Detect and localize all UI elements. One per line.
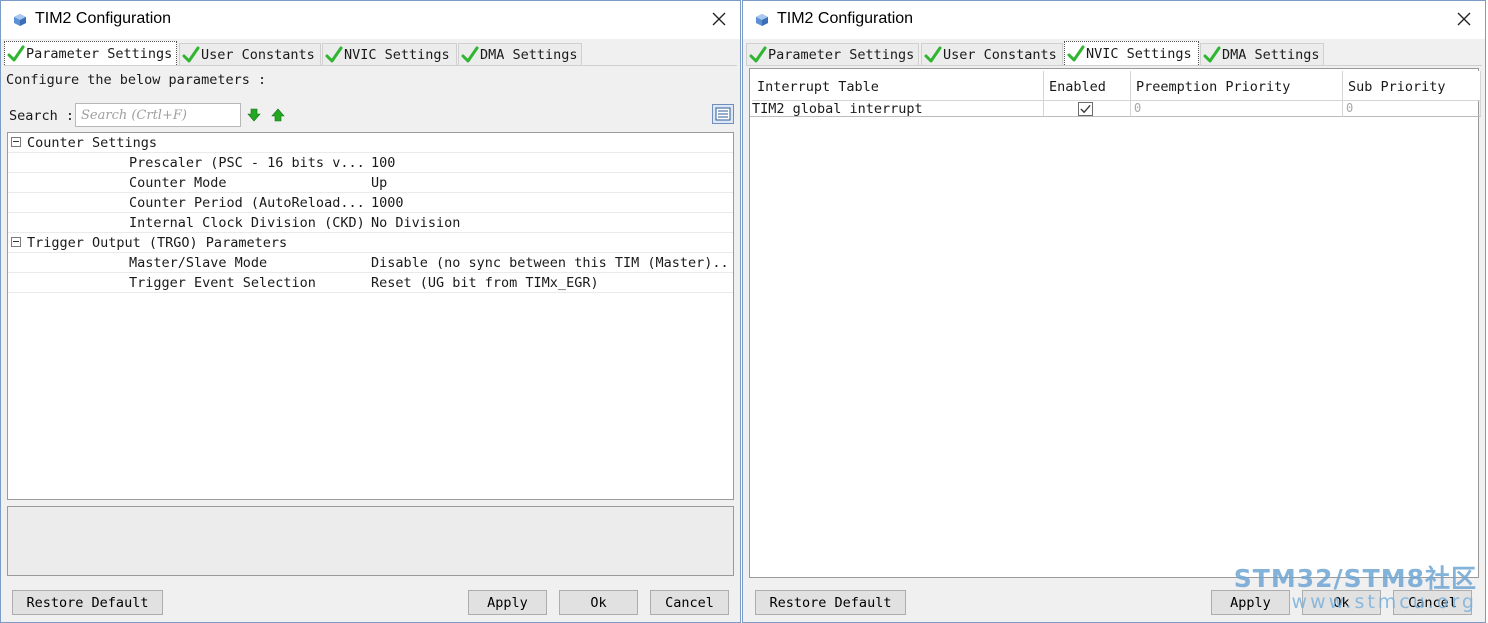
tab-label: DMA Settings (480, 46, 578, 63)
param-value[interactable]: No Division (371, 215, 731, 231)
param-value[interactable]: Disable (no sync between this TIM (Maste… (371, 255, 731, 271)
tab-nvic-settings[interactable]: NVIC Settings (1064, 41, 1199, 65)
collapse-toggle[interactable] (11, 137, 21, 147)
check-icon (461, 46, 479, 62)
param-row[interactable]: Counter Period (AutoReload... 1000 (8, 193, 733, 213)
interrupt-table: Interrupt Table Enabled Preemption Prior… (749, 68, 1481, 578)
tab-label: NVIC Settings (344, 46, 450, 63)
apply-button[interactable]: Apply (468, 590, 547, 615)
param-name: Internal Clock Division (CKD) (129, 215, 365, 231)
tim2-config-window-nvic: TIM2 Configuration Parameter Settings Us… (742, 0, 1486, 623)
tab-user-constants[interactable]: User Constants (921, 43, 1063, 65)
tim2-config-window-parameters: TIM2 Configuration Parameter Settings Us… (0, 0, 741, 623)
arrow-up-icon[interactable] (271, 108, 285, 122)
tab-nvic-settings[interactable]: NVIC Settings (322, 43, 457, 65)
interrupt-name-cell[interactable]: TIM2 global interrupt (750, 101, 1044, 117)
parameter-tree: Counter Settings Prescaler (PSC - 16 bit… (7, 132, 734, 500)
column-header-interrupt-table[interactable]: Interrupt Table (752, 71, 1044, 101)
tab-user-constants[interactable]: User Constants (179, 43, 321, 65)
param-name: Counter Period (AutoReload... (129, 195, 365, 211)
check-icon (182, 46, 200, 62)
param-name: Counter Mode (129, 175, 227, 191)
tab-label: NVIC Settings (1086, 45, 1192, 62)
ok-button[interactable]: Ok (559, 590, 638, 615)
param-name: Prescaler (PSC - 16 bits v... (129, 155, 365, 171)
tab-dma-settings[interactable]: DMA Settings (458, 43, 582, 65)
group-label: Trigger Output (TRGO) Parameters (27, 235, 288, 251)
param-name: Trigger Event Selection (129, 275, 316, 291)
tab-label: User Constants (943, 46, 1057, 63)
search-label: Search : (9, 108, 75, 124)
window-title: TIM2 Configuration (35, 10, 172, 27)
check-icon (1203, 46, 1221, 62)
list-view-icon (715, 107, 731, 121)
param-name: Master/Slave Mode (129, 255, 268, 271)
config-instructions: Configure the below parameters : (6, 72, 267, 88)
tab-parameter-settings[interactable]: Parameter Settings (746, 43, 919, 65)
param-value[interactable]: Up (371, 175, 731, 191)
cube-icon (756, 14, 768, 26)
param-value[interactable]: 100 (371, 155, 731, 171)
apply-button[interactable]: Apply (1211, 590, 1290, 615)
check-icon (924, 46, 942, 62)
close-icon[interactable] (1453, 8, 1475, 30)
ok-button[interactable]: Ok (1302, 590, 1381, 615)
collapse-toggle[interactable] (11, 237, 21, 247)
title-bar: TIM2 Configuration (743, 1, 1485, 39)
check-icon (325, 46, 343, 62)
close-icon[interactable] (708, 8, 730, 30)
check-icon (1067, 45, 1085, 61)
tab-label: User Constants (201, 46, 315, 63)
enabled-cell[interactable] (1044, 101, 1131, 117)
restore-default-button[interactable]: Restore Default (755, 590, 906, 615)
param-row[interactable]: Internal Clock Division (CKD) No Divisio… (8, 213, 733, 233)
group-label: Counter Settings (27, 135, 158, 151)
view-toggle-button[interactable] (712, 104, 734, 124)
arrow-down-icon[interactable] (247, 108, 261, 122)
check-icon (7, 45, 25, 61)
param-row[interactable]: Counter Mode Up (8, 173, 733, 193)
sub-priority-cell[interactable]: 0 (1343, 101, 1481, 117)
param-value[interactable]: Reset (UG bit from TIMx_EGR) (371, 275, 731, 291)
nvic-settings-panel: Interrupt Table Enabled Preemption Prior… (746, 65, 1482, 578)
check-icon (749, 46, 767, 62)
tab-label: Parameter Settings (768, 46, 915, 63)
cube-icon (14, 14, 26, 26)
param-row[interactable]: Master/Slave Mode Disable (no sync betwe… (8, 253, 733, 273)
tab-label: DMA Settings (1222, 46, 1320, 63)
column-header-sub-priority[interactable]: Sub Priority (1343, 71, 1481, 101)
search-input[interactable] (75, 103, 241, 127)
tab-parameter-settings[interactable]: Parameter Settings (4, 41, 177, 65)
param-row[interactable]: Prescaler (PSC - 16 bits v... 100 (8, 153, 733, 173)
cancel-button[interactable]: Cancel (1393, 590, 1472, 615)
param-value[interactable]: 1000 (371, 195, 731, 211)
restore-default-button[interactable]: Restore Default (12, 590, 163, 615)
tree-group-trigger-output: Trigger Output (TRGO) Parameters (8, 233, 733, 253)
tab-dma-settings[interactable]: DMA Settings (1200, 43, 1324, 65)
parameter-settings-panel: Configure the below parameters : Search … (4, 65, 737, 576)
column-header-enabled[interactable]: Enabled (1044, 71, 1131, 101)
column-header-preemption-priority[interactable]: Preemption Priority (1131, 71, 1343, 101)
window-title: TIM2 Configuration (777, 10, 914, 27)
checkmark-icon (1080, 104, 1091, 114)
enabled-checkbox[interactable] (1078, 102, 1093, 116)
tab-label: Parameter Settings (26, 45, 173, 62)
tree-group-counter-settings: Counter Settings (8, 133, 733, 153)
param-row[interactable]: Trigger Event Selection Reset (UG bit fr… (8, 273, 733, 293)
title-bar: TIM2 Configuration (1, 1, 740, 39)
preemption-priority-cell[interactable]: 0 (1131, 101, 1343, 117)
description-box (7, 506, 734, 576)
cancel-button[interactable]: Cancel (650, 590, 729, 615)
